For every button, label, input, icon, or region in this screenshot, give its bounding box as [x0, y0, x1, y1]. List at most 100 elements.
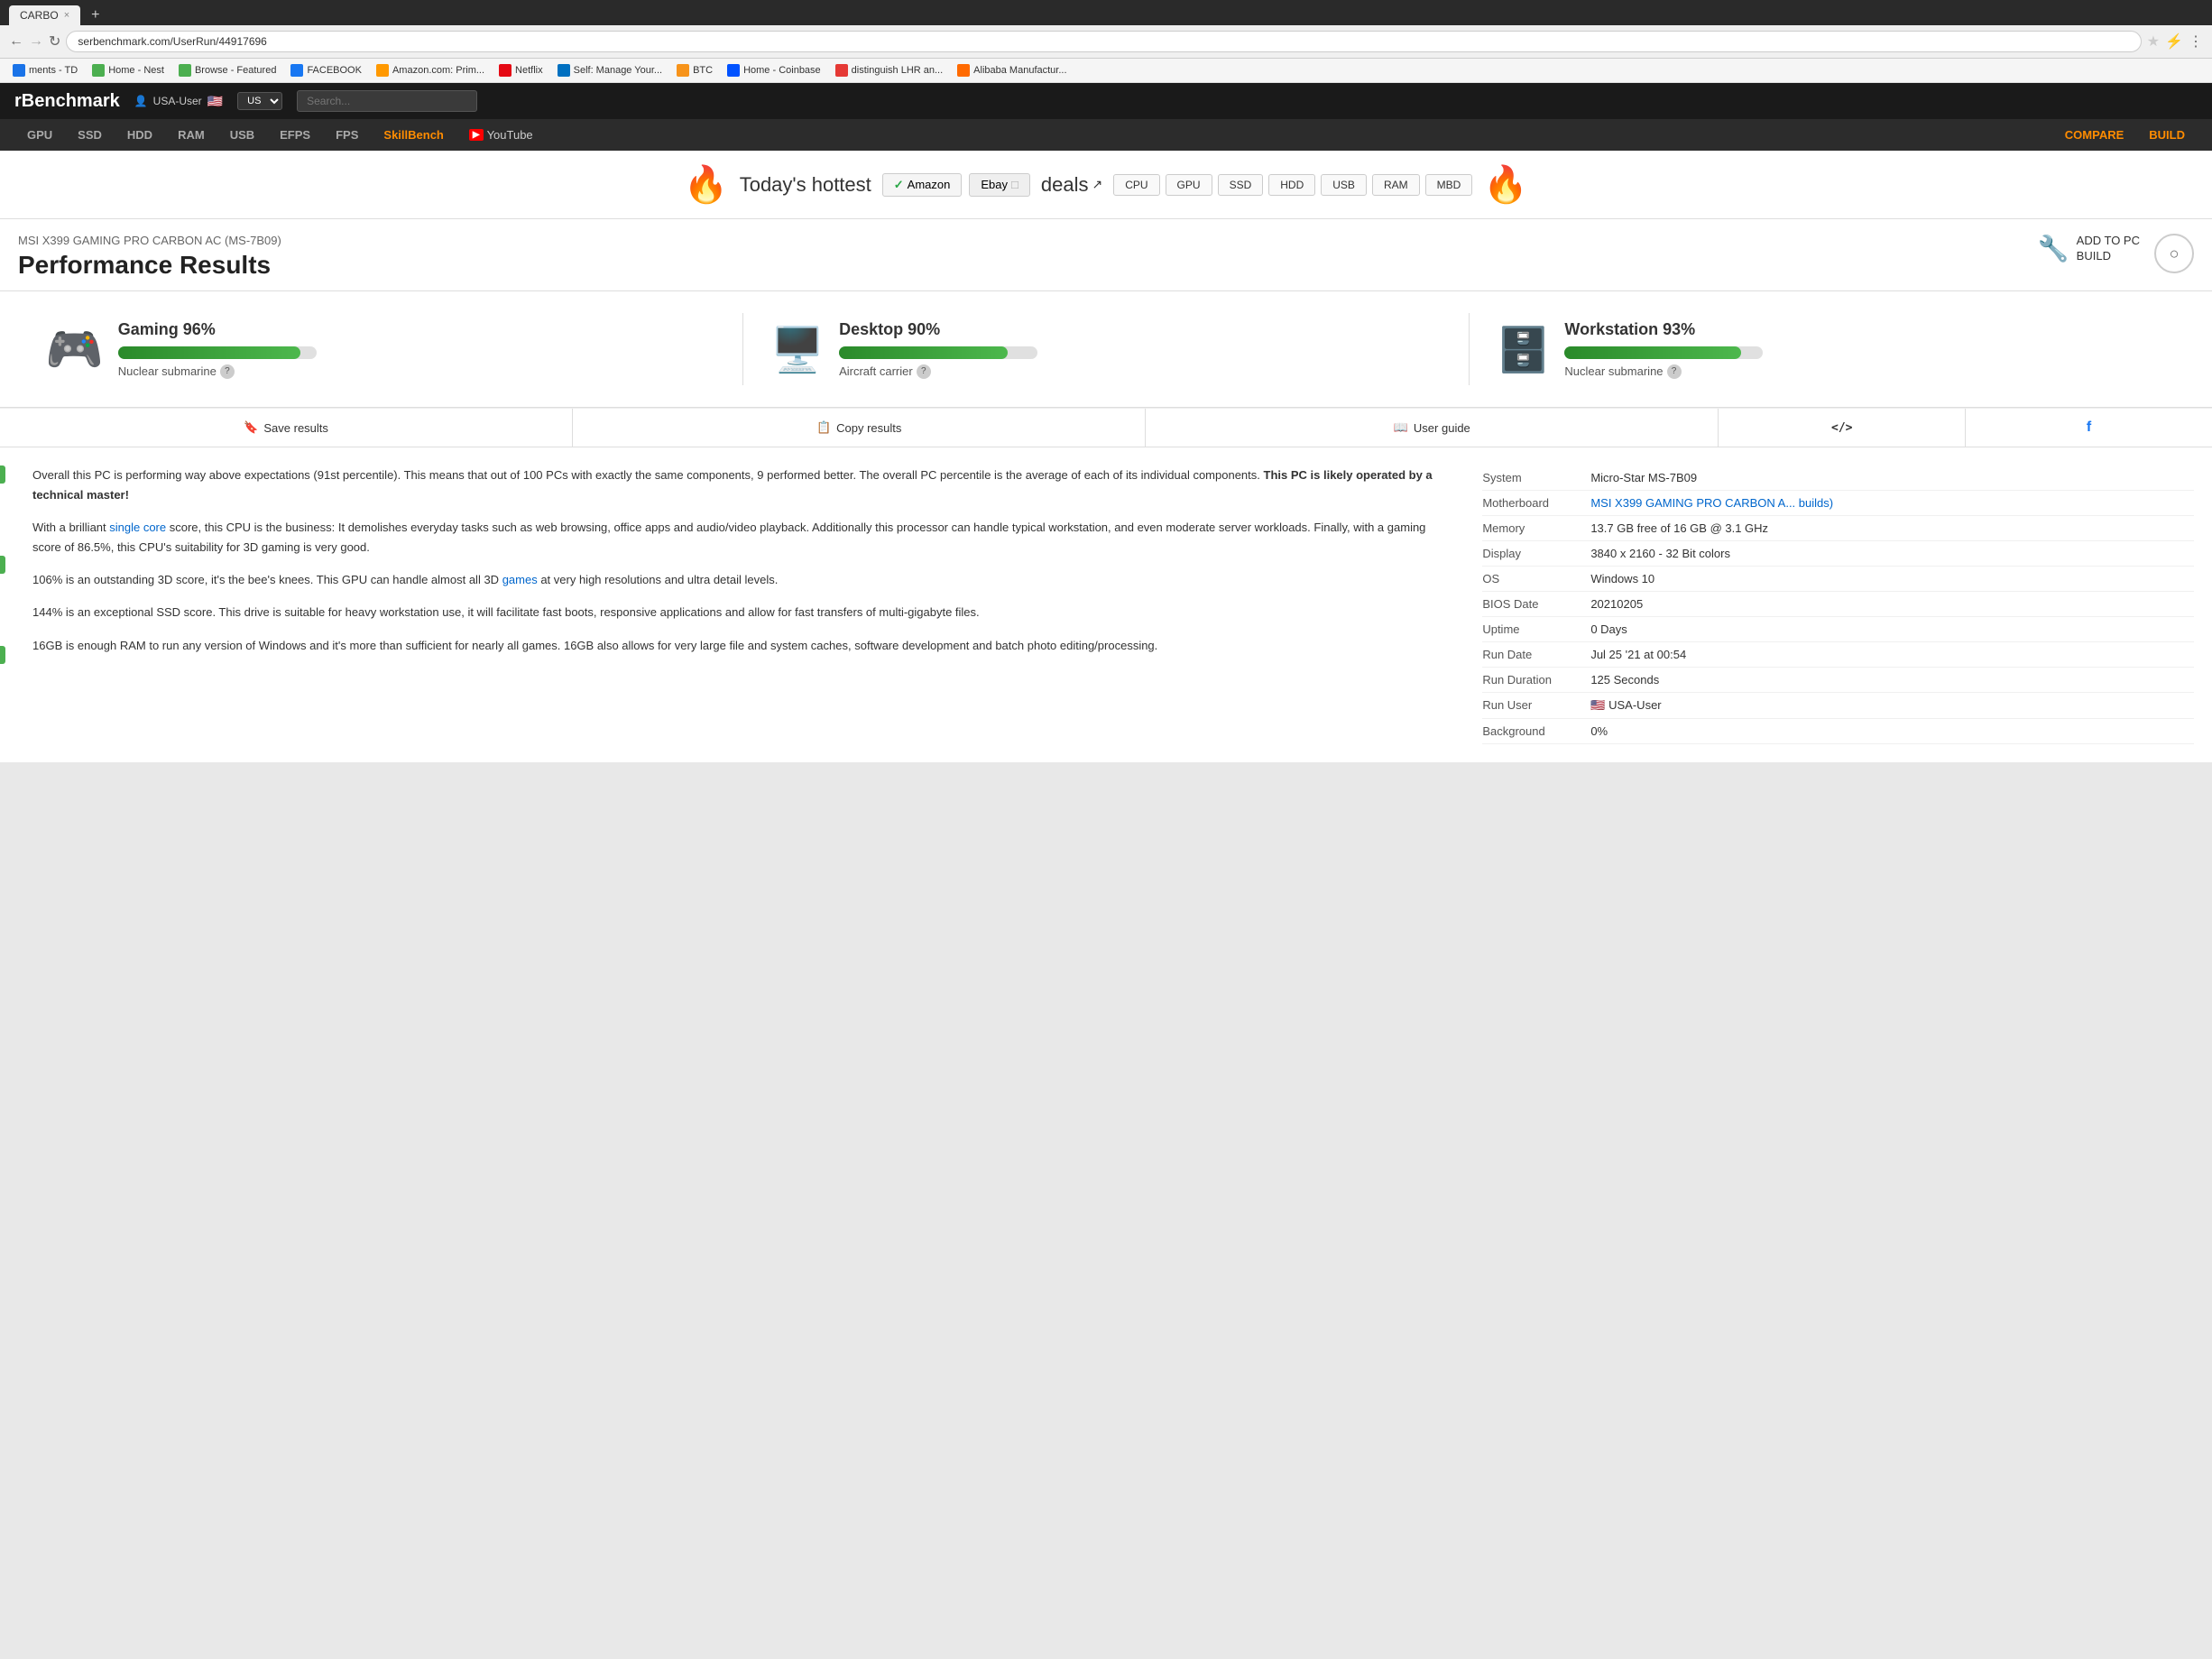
nav-gpu[interactable]: GPU — [14, 119, 65, 151]
workstation-label: Workstation 93% — [1564, 320, 1763, 339]
bookmark-browse-featured[interactable]: Browse - Featured — [175, 62, 280, 78]
menu-btn[interactable]: ⋮ — [2189, 32, 2203, 51]
description-para2: With a brilliant single core score, this… — [32, 518, 1455, 558]
cat-ram[interactable]: RAM — [1372, 174, 1420, 196]
cat-usb[interactable]: USB — [1321, 174, 1367, 196]
games-link[interactable]: games — [502, 573, 538, 586]
bookmark-coinbase[interactable]: Home - Coinbase — [724, 62, 825, 78]
bookmark-investments-label: ments - TD — [29, 65, 78, 76]
bookmark-btc[interactable]: BTC — [673, 62, 716, 78]
desktop-sublabel: Aircraft carrier ? — [839, 364, 1037, 379]
nav-youtube[interactable]: ▶ YouTube — [456, 119, 546, 151]
copy-label: Copy results — [836, 421, 901, 435]
bookmark-coinbase-icon — [727, 64, 740, 77]
deals-categories: CPU GPU SSD HDD USB RAM MBD — [1113, 174, 1472, 196]
desktop-score-card: 🖥️ Desktop 90% Aircraft carrier ? — [743, 320, 1468, 379]
site-logo[interactable]: rBenchmark — [14, 91, 120, 112]
gaming-help-icon[interactable]: ? — [220, 364, 235, 379]
bookmark-netflix-label: Netflix — [515, 65, 543, 76]
username: USA-User — [153, 95, 202, 107]
nav-usb[interactable]: USB — [217, 119, 267, 151]
single-core-link[interactable]: single core — [109, 521, 166, 534]
browser-toolbar: ← → ↻ serbenchmark.com/UserRun/44917696 … — [0, 25, 2212, 59]
spec-memory: Memory 13.7 GB free of 16 GB @ 3.1 GHz — [1482, 516, 2194, 541]
cat-gpu[interactable]: GPU — [1166, 174, 1212, 196]
desktop-help-icon[interactable]: ? — [917, 364, 931, 379]
search-input[interactable] — [297, 90, 477, 112]
bookmark-facebook[interactable]: FACEBOOK — [287, 62, 365, 78]
bookmark-alibaba-label: Alibaba Manufactur... — [973, 65, 1066, 76]
amazon-btn[interactable]: ✓ Amazon — [882, 173, 963, 197]
bookmark-nest-label: Home - Nest — [108, 65, 164, 76]
bookmark-alibaba-icon — [957, 64, 970, 77]
bookmark-star[interactable]: ★ — [2147, 32, 2160, 51]
copy-results-btn[interactable]: 📋 Copy results — [573, 409, 1146, 447]
nav-compare[interactable]: COMPARE — [2052, 119, 2136, 151]
active-tab[interactable]: CARBO × — [9, 5, 80, 25]
bookmark-amazon-label: Amazon.com: Prim... — [392, 65, 484, 76]
deals-marketplace: ✓ Amazon Ebay □ — [882, 173, 1030, 197]
bookmark-btc-icon — [677, 64, 689, 77]
bookmark-fb-icon — [290, 64, 303, 77]
nav-skillbench[interactable]: SkillBench — [371, 119, 456, 151]
bookmark-distinguish-label: distinguish LHR an... — [852, 65, 944, 76]
save-results-btn[interactable]: 🔖 Save results — [0, 409, 573, 447]
youtube-label: YouTube — [487, 128, 533, 142]
cat-ssd[interactable]: SSD — [1218, 174, 1264, 196]
circle-action-btn[interactable]: ○ — [2154, 234, 2194, 273]
cat-mbd[interactable]: MBD — [1425, 174, 1473, 196]
user-guide-btn[interactable]: 📖 User guide — [1146, 409, 1719, 447]
add-to-build-btn[interactable]: 🔧 ADD TO PC BUILD — [2038, 234, 2140, 264]
user-flag: 🇺🇸 — [207, 94, 223, 109]
bookmark-home-nest[interactable]: Home - Nest — [88, 62, 168, 78]
nav-hdd[interactable]: HDD — [115, 119, 165, 151]
region-select[interactable]: US UK EU — [237, 92, 282, 110]
cat-hdd[interactable]: HDD — [1268, 174, 1315, 196]
deals-suffix: deals — [1041, 173, 1089, 197]
nav-bar: GPU SSD HDD RAM USB EFPS FPS SkillBench … — [0, 119, 2212, 151]
refresh-btn[interactable]: ↻ — [49, 32, 60, 51]
ebay-check-icon: □ — [1011, 178, 1018, 191]
motherboard-link[interactable]: MSI X399 GAMING PRO CARBON A... builds) — [1590, 496, 1833, 510]
url-bar[interactable]: serbenchmark.com/UserRun/44917696 — [66, 31, 2141, 52]
bookmark-alibaba[interactable]: Alibaba Manufactur... — [954, 62, 1070, 78]
spec-run-user: Run User 🇺🇸 USA-User — [1482, 693, 2194, 719]
workstation-help-icon[interactable]: ? — [1667, 364, 1682, 379]
nav-build[interactable]: BUILD — [2136, 119, 2198, 151]
facebook-share-btn[interactable]: f — [1966, 409, 2212, 447]
back-btn[interactable]: ← — [9, 33, 23, 50]
nav-fps[interactable]: FPS — [323, 119, 371, 151]
spec-background: Background 0% — [1482, 719, 2194, 744]
ebay-btn[interactable]: Ebay □ — [969, 173, 1030, 197]
extensions-btn[interactable]: ⚡ — [2165, 32, 2183, 51]
main-content: 🔥 Today's hottest ✓ Amazon Ebay □ deals … — [0, 151, 2212, 762]
desktop-bar-bg — [839, 346, 1037, 359]
deals-link[interactable]: deals ↗ — [1041, 173, 1102, 197]
youtube-icon: ▶ — [469, 129, 484, 141]
tab-close-btn[interactable]: × — [64, 10, 69, 21]
bookmark-amazon[interactable]: Amazon.com: Prim... — [373, 62, 488, 78]
nav-ssd[interactable]: SSD — [65, 119, 115, 151]
bookmark-netflix[interactable]: Netflix — [495, 62, 547, 78]
cat-cpu[interactable]: CPU — [1113, 174, 1159, 196]
bookmark-browse-label: Browse - Featured — [195, 65, 276, 76]
description-para3: 106% is an outstanding 3D score, it's th… — [32, 570, 1455, 590]
bookmark-distinguish[interactable]: distinguish LHR an... — [832, 62, 947, 78]
bookmark-investments[interactable]: ments - TD — [9, 62, 81, 78]
nav-ram[interactable]: RAM — [165, 119, 217, 151]
bookmark-fb-label: FACEBOOK — [307, 65, 362, 76]
embed-btn[interactable]: </> — [1719, 409, 1966, 447]
nav-efps[interactable]: EFPS — [267, 119, 323, 151]
workstation-info: Workstation 93% Nuclear submarine ? — [1564, 320, 1763, 379]
desktop-label: Desktop 90% — [839, 320, 1037, 339]
site-header: rBenchmark 👤 USA-User 🇺🇸 US UK EU — [0, 83, 2212, 119]
indicator-3 — [0, 646, 5, 664]
deals-banner: 🔥 Today's hottest ✓ Amazon Ebay □ deals … — [0, 151, 2212, 219]
bookmark-self[interactable]: Self: Manage Your... — [554, 62, 666, 78]
bookmark-btc-label: BTC — [693, 65, 713, 76]
desktop-info: Desktop 90% Aircraft carrier ? — [839, 320, 1037, 379]
workstation-bar — [1564, 346, 1741, 359]
new-tab-btn[interactable]: + — [84, 5, 106, 25]
forward-btn[interactable]: → — [29, 33, 43, 50]
embed-icon: </> — [1831, 421, 1852, 435]
